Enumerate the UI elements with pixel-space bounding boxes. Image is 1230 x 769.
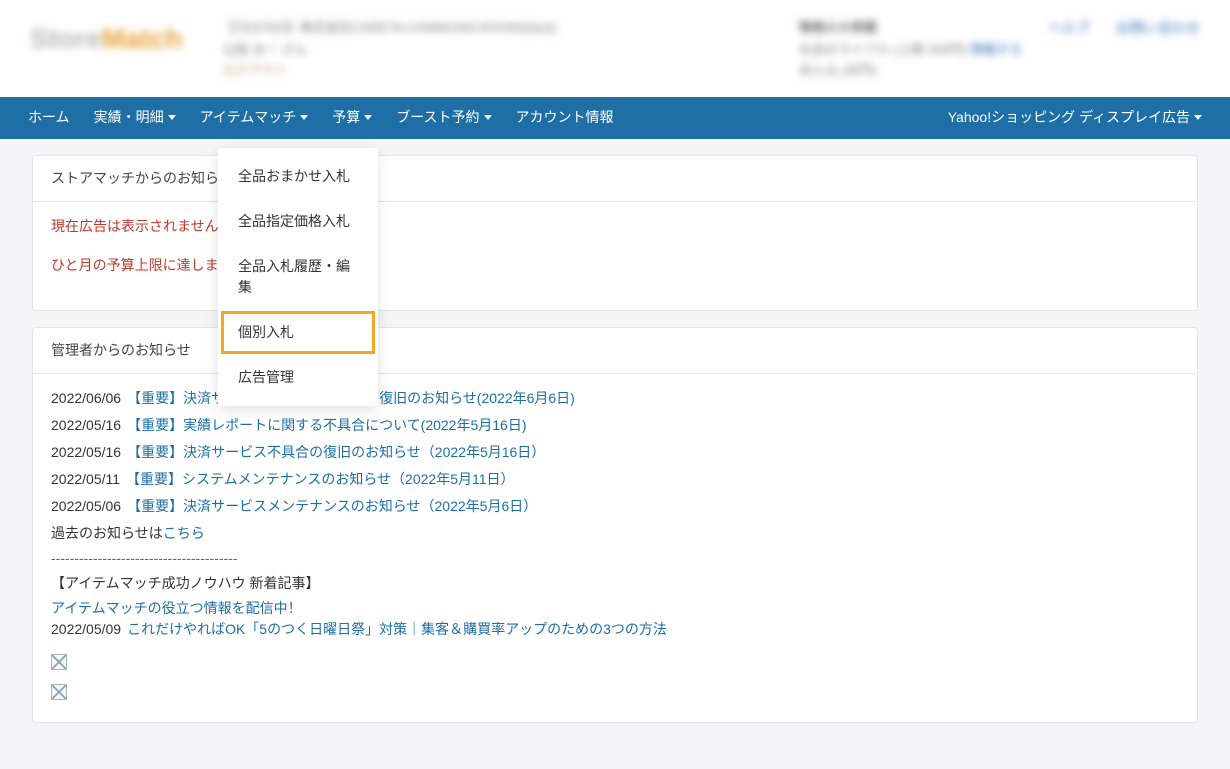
admin-notice-panel: 管理者からのお知らせ 2022/06/06【重要】決済サービス不具合のお詫びと復… [32, 327, 1198, 723]
news-link[interactable]: 【重要】システムメンテナンスのお知らせ（2022年5月11日） [126, 469, 514, 490]
navbar: ホーム 実績・明細 アイテムマッチ 予算 ブースト予約 アカウント情報 Yaho… [0, 97, 1230, 139]
nav-itemmatch[interactable]: アイテムマッチ [200, 107, 309, 128]
itemmatch-dropdown: 全品おまかせ入札 全品指定価格入札 全品入札履歴・編集 個別入札 広告管理 [218, 148, 378, 406]
news-row: 2022/05/16 【重要】決済サービス不具合の復旧のお知らせ（2022年5月1… [51, 442, 1179, 463]
subhead-knowhow: 【アイテムマッチ成功ノウハウ 新着記事】 [51, 573, 1179, 594]
chevron-down-icon [484, 115, 492, 120]
news-date: 2022/06/06 [51, 388, 121, 409]
chevron-down-icon [1194, 115, 1202, 120]
nav-display-ads[interactable]: Yahoo!ショッピング ディスプレイ広告 [948, 107, 1202, 128]
contact-link[interactable]: お問い合わせ [1116, 18, 1200, 39]
past-news-line: 過去のお知らせはこちら [51, 523, 1179, 544]
logo: StoreMatch [30, 18, 182, 60]
info-distribution-link[interactable]: アイテムマッチの役立つ情報を配信中！ [51, 600, 302, 616]
article-row: 2022/05/09 これだけやればOK「5のつく日曜日祭」対策｜集客＆購買率ア… [51, 619, 1179, 640]
news-row: 2022/05/06 【重要】決済サービスメンテナンスのお知らせ（2022年5月6… [51, 496, 1179, 517]
news-date: 2022/05/16 [51, 415, 121, 436]
news-row: 2022/05/16 【重要】実績レポートに関する不具合について(2022年5月1… [51, 415, 1179, 436]
news-link[interactable]: 【重要】決済サービス不具合の復旧のお知らせ（2022年5月16日） [127, 442, 545, 463]
chevron-down-icon [364, 115, 372, 120]
topbar-budget-block: 情報の大表題 お店のライフル (上限 200円) 情報する 共入る (共円) [799, 18, 1022, 83]
dropdown-item-history[interactable]: 全品入札履歴・編集 [218, 244, 378, 310]
news-date: 2022/05/16 [51, 442, 121, 463]
help-link[interactable]: ヘルプ [1048, 18, 1090, 39]
dropdown-item-kobetsu[interactable]: 個別入札 [222, 312, 374, 353]
nav-home[interactable]: ホーム [28, 107, 70, 128]
nav-budget[interactable]: 予算 [332, 107, 372, 128]
news-date: 2022/05/11 [51, 469, 120, 490]
broken-image-icon [51, 654, 67, 670]
past-news-link[interactable]: こちら [163, 525, 205, 541]
news-row: 2022/05/11 【重要】システムメンテナンスのお知らせ（2022年5月11日… [51, 469, 1179, 490]
nav-account[interactable]: アカウント情報 [516, 107, 614, 128]
article-link[interactable]: これだけやればOK「5のつく日曜日祭」対策｜集客＆購買率アップのための3つの方法 [127, 619, 667, 640]
dropdown-item-koukoku[interactable]: 広告管理 [218, 355, 378, 400]
news-date: 2022/05/06 [51, 496, 121, 517]
store-notice-panel: ストアマッチからのお知らせ 現在広告は表示されません ひと月の予算上限に達しま [32, 155, 1198, 311]
chevron-down-icon [300, 115, 308, 120]
divider-dashes: ---------------------------------------- [51, 548, 1179, 569]
dropdown-item-shitei[interactable]: 全品指定価格入札 [218, 199, 378, 244]
article-date: 2022/05/09 [51, 619, 121, 640]
chevron-down-icon [168, 115, 176, 120]
news-link[interactable]: 【重要】実績レポートに関する不具合について(2022年5月16日) [127, 415, 526, 436]
news-link[interactable]: 【重要】決済サービスメンテナンスのお知らせ（2022年5月6日） [127, 496, 537, 517]
dropdown-item-omakase[interactable]: 全品おまかせ入札 [218, 154, 378, 199]
topbar-account-block: 【TESTED】株式会社CARETA COMMUNICATIONS(test) … [222, 18, 798, 83]
nav-results[interactable]: 実績・明細 [94, 107, 176, 128]
store-notice-title: ストアマッチからのお知らせ [33, 156, 1197, 202]
broken-image-icon [51, 684, 67, 700]
admin-notice-title: 管理者からのお知らせ [33, 328, 1197, 374]
nav-boost[interactable]: ブースト予約 [396, 107, 491, 128]
topbar: StoreMatch 【TESTED】株式会社CARETA COMMUNICAT… [0, 0, 1230, 97]
